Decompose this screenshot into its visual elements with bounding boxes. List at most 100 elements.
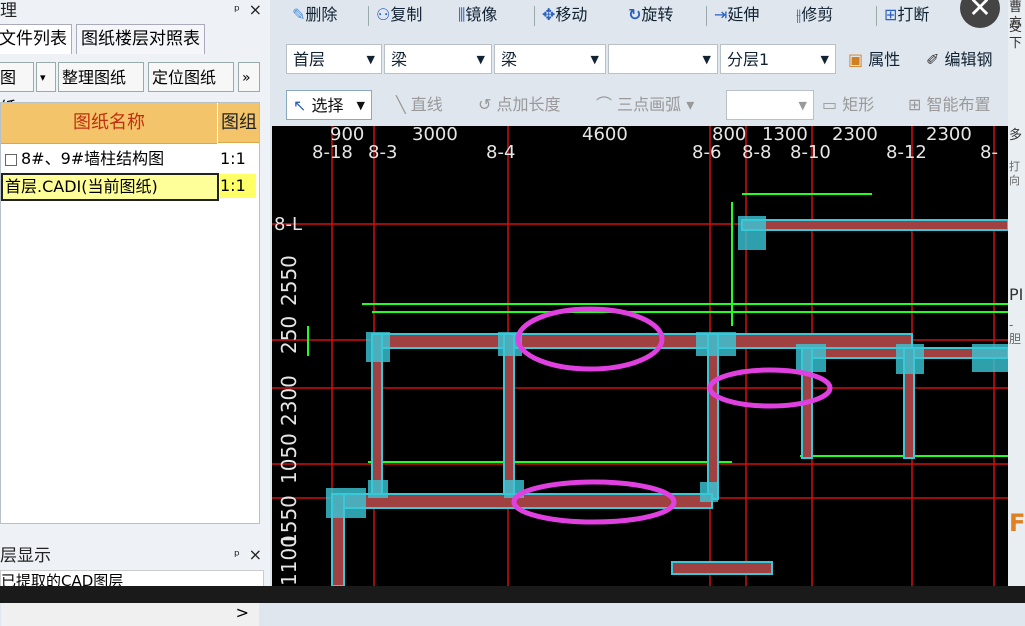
drawing-button[interactable]: 图纸 <box>0 62 34 117</box>
column-header-group[interactable]: 图组 <box>218 103 259 143</box>
shape-select[interactable]: ▼ <box>726 90 814 120</box>
panel-title-bar: 理 ᵖ × <box>0 0 270 22</box>
layer-select[interactable]: 分层1 ▼ <box>720 44 836 74</box>
line-tool[interactable]: ╲ 直线 <box>396 90 443 120</box>
drawing-svg: 900 3000 4600 800 1300 2300 2300 8-18 8-… <box>272 126 1008 586</box>
point-length-tool[interactable]: ↺ 点加长度 <box>478 90 561 120</box>
layer-panel-title: 层显示 <box>0 546 51 566</box>
cad-canvas[interactable]: 900 3000 4600 800 1300 2300 2300 8-18 8-… <box>272 126 1008 586</box>
right-strip-text: 打向 <box>1009 160 1020 187</box>
right-strip-text: -胆 <box>1009 318 1022 346</box>
right-strip-text: PI <box>1009 285 1024 304</box>
delete-tool[interactable]: ✎删除 <box>292 0 337 30</box>
overflow-button[interactable]: » <box>238 62 260 92</box>
right-strip-text: 受下 <box>1009 20 1023 51</box>
close-icon[interactable]: × <box>249 0 262 21</box>
checkbox[interactable] <box>5 153 17 166</box>
cursor-icon: ↖ <box>293 96 307 115</box>
arc-icon: ⌒ <box>596 95 613 114</box>
select-tool[interactable]: ↖ 选择 ▼ <box>286 90 372 120</box>
dim-label: 1050 <box>277 433 301 484</box>
rotate-tool[interactable]: ↻旋转 <box>628 0 673 30</box>
category-select[interactable]: 梁 ▼ <box>384 44 492 74</box>
selector-toolbar: 首层 ▼ 梁 ▼ 梁 ▼ ▼ 分层1 ▼ ▣ 属性 ✐ 编辑钢 <box>278 44 1008 76</box>
drawing-list-grid: 图纸名称 图组 8#、9#墙柱结构图 1:1 首层.CADI(当前图纸) 1:1… <box>0 102 260 626</box>
extend-tool[interactable]: ⇥延伸 <box>714 0 759 30</box>
break-tool[interactable]: ⊞打断 <box>884 0 929 30</box>
panel-button-row: 图纸 ▾ 整理图纸 定位图纸 » <box>0 62 270 117</box>
panel-tabs: 文件列表 图纸楼层对照表 <box>0 24 270 54</box>
line-icon: ╲ <box>396 95 406 114</box>
edit-icon: ✐ <box>926 50 940 69</box>
copy-icon: ⚇ <box>376 5 391 24</box>
dim-label: 250 <box>277 316 301 354</box>
axis-label: 8-10 <box>790 142 831 163</box>
draw-toolbar: ↖ 选择 ▼ ╲ 直线 ↺ 点加长度 ⌒ 三点画弧 ▾ ▼ ▭ 矩形 ⊞ 智能布置 <box>278 90 1008 122</box>
chevron-down-icon: ▼ <box>590 53 599 66</box>
trim-tool[interactable]: ⫲修剪 <box>796 0 833 30</box>
smart-layout-icon: ⊞ <box>908 95 922 114</box>
instance-select[interactable]: ▼ <box>608 44 718 74</box>
copy-tool[interactable]: ⚇复制 <box>376 0 422 30</box>
axis-label: 8-3 <box>368 142 397 163</box>
floor-select[interactable]: 首层 ▼ <box>286 44 382 74</box>
three-point-arc-tool[interactable]: ⌒ 三点画弧 ▾ <box>596 90 694 120</box>
pin-icon[interactable]: ᵖ <box>234 0 240 22</box>
edit-rebar-button[interactable]: ✐ 编辑钢 <box>926 45 993 75</box>
axis-label: 8-18 <box>312 142 353 163</box>
break-icon: ⊞ <box>884 5 898 24</box>
bottom-bar <box>0 586 1025 603</box>
axis-label: 8-4 <box>486 142 515 163</box>
tab-floor-map[interactable]: 图纸楼层对照表 <box>76 24 205 54</box>
component-select[interactable]: 梁 ▼ <box>494 44 606 74</box>
organize-drawing-button[interactable]: 整理图纸 <box>58 62 144 92</box>
axis-label: 8- <box>980 142 998 163</box>
drawing-name: 8#、9#墙柱结构图 <box>21 149 165 168</box>
properties-icon: ▣ <box>848 50 864 69</box>
dim-label: 2300 <box>832 126 878 145</box>
rectangle-icon: ▭ <box>822 95 838 114</box>
right-strip-text: 多 <box>1009 128 1023 143</box>
dim-label: 2550 <box>277 255 301 306</box>
move-icon: ✥ <box>542 5 556 24</box>
rectangle-tool[interactable]: ▭ 矩形 <box>822 90 874 120</box>
dim-label: 2300 <box>277 375 301 426</box>
chevron-down-icon: ▼ <box>366 53 375 66</box>
dim-label: 2300 <box>926 126 972 145</box>
chevron-down-icon: ▼ <box>702 53 711 66</box>
table-row[interactable]: 8#、9#墙柱结构图 <box>1 147 219 171</box>
pin-icon[interactable]: ᵖ <box>234 545 240 567</box>
panel-title: 理 <box>0 1 17 21</box>
tab-file-list[interactable]: 文件列表 <box>0 24 72 54</box>
axis-label: 8-8 <box>742 142 771 163</box>
drawing-dropdown-arrow[interactable]: ▾ <box>36 62 56 92</box>
drawing-manager-panel: 理 ᵖ × 文件列表 图纸楼层对照表 图纸 ▾ 整理图纸 定位图纸 » 图纸名称… <box>0 0 270 626</box>
dim-label: 3000 <box>412 126 458 145</box>
move-tool[interactable]: ✥移动 <box>542 0 587 30</box>
properties-button[interactable]: ▣ 属性 <box>848 45 900 75</box>
locate-drawing-button[interactable]: 定位图纸 <box>148 62 234 92</box>
rotate-icon: ↻ <box>628 5 642 24</box>
drawing-scale: 1:1 <box>220 149 246 168</box>
dim-label: 1100 <box>277 535 301 586</box>
scroll-right-icon[interactable]: > <box>236 602 249 624</box>
table-row-selected[interactable]: 首层.CADI(当前图纸) <box>1 173 219 201</box>
layer-panel-title-bar: 层显示 ᵖ × <box>0 545 270 567</box>
column-header-name[interactable]: 图纸名称 <box>1 103 217 144</box>
axis-label: 8-L <box>274 214 302 235</box>
right-side-panel: 曹方 受下 多 打向 PI -胆 F <box>1008 0 1025 603</box>
close-icon[interactable]: × <box>249 544 262 566</box>
axis-label: 8-12 <box>886 142 927 163</box>
chevron-down-icon: ▼ <box>820 53 829 66</box>
delete-icon: ✎ <box>292 5 306 24</box>
horizontal-scrollbar[interactable]: > <box>1 601 259 626</box>
right-strip-text: F <box>1009 509 1025 537</box>
edit-toolbar: ✎删除 ⚇复制 ⫼镜像 ✥移动 ↻旋转 ⇥延伸 ⫲修剪 ⊞打断 <box>278 0 1008 32</box>
smart-layout-tool[interactable]: ⊞ 智能布置 <box>908 90 991 120</box>
point-length-icon: ↺ <box>478 95 492 114</box>
mirror-tool[interactable]: ⫼镜像 <box>458 0 497 30</box>
dim-label: 4600 <box>582 126 628 145</box>
axis-label: 8-6 <box>692 142 721 163</box>
extend-icon: ⇥ <box>714 5 728 24</box>
chevron-down-icon: ▼ <box>476 53 485 66</box>
